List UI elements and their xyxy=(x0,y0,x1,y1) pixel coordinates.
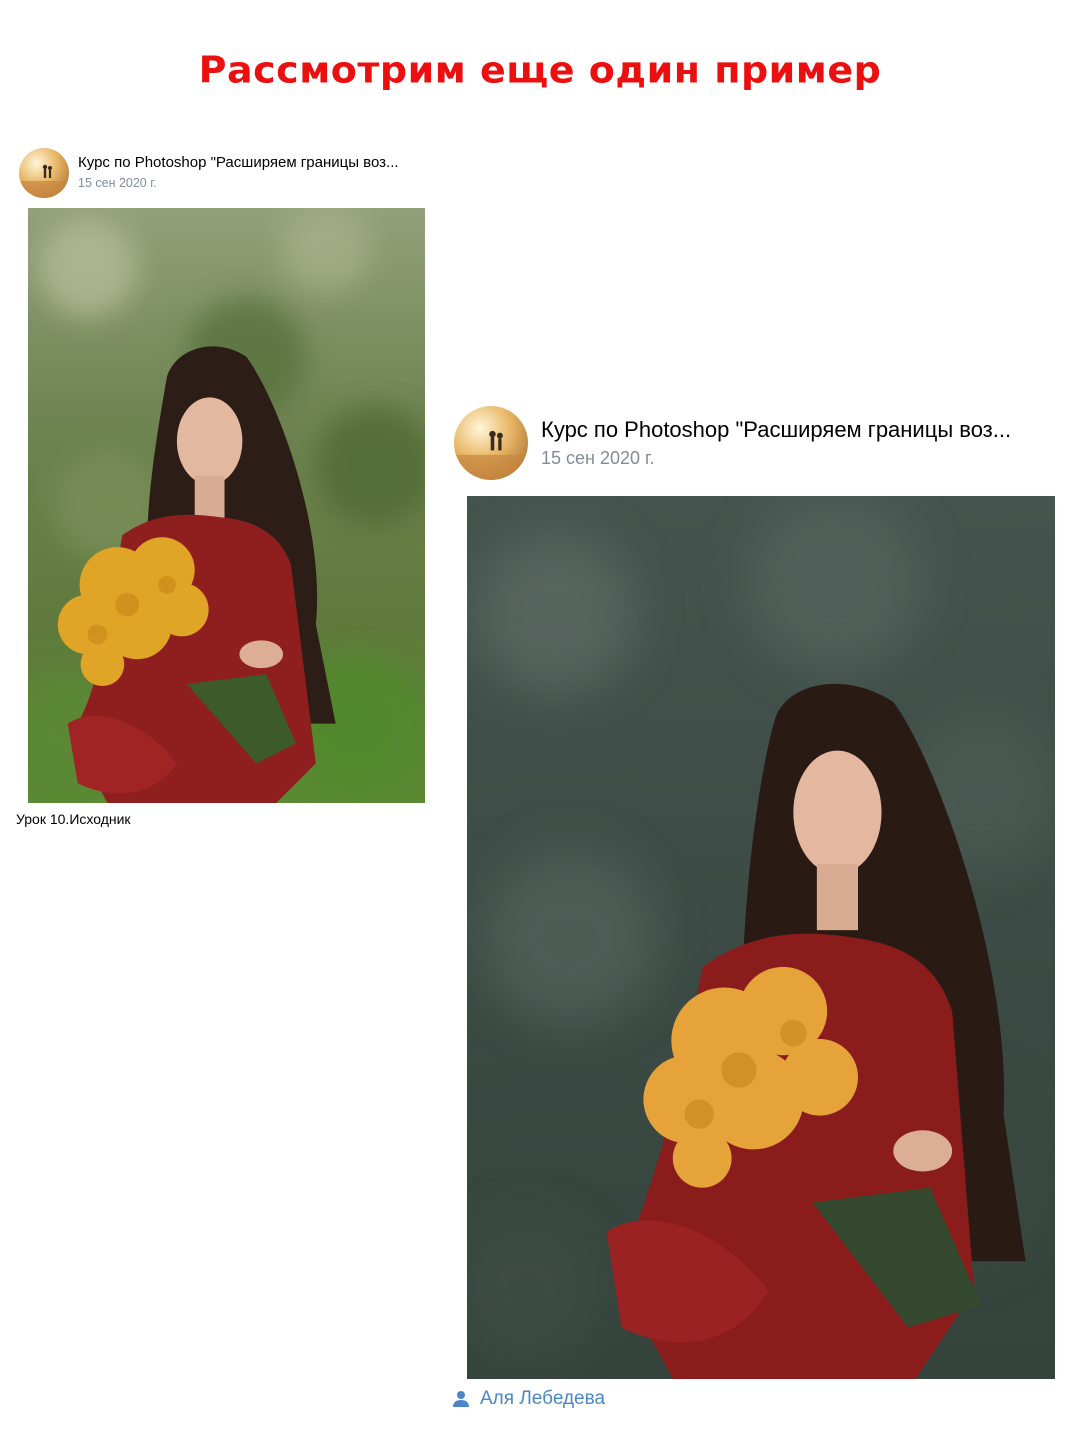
post2-title[interactable]: Курс по Photoshop "Расширяем границы воз… xyxy=(541,417,1011,443)
post2-avatar[interactable] xyxy=(454,406,528,480)
post1-caption: Урок 10.Исходник xyxy=(16,811,131,827)
post2-date[interactable]: 15 сен 2020 г. xyxy=(541,448,654,469)
page-headline: Рассмотрим еще один пример xyxy=(198,49,882,91)
community-avatar-icon xyxy=(19,148,69,198)
author-name-link[interactable]: Аля Лебедева xyxy=(480,1388,605,1410)
community-avatar-icon xyxy=(454,406,528,480)
post1-date[interactable]: 15 сен 2020 г. xyxy=(78,176,157,190)
post1-photo-original[interactable] xyxy=(28,208,425,803)
post1-title[interactable]: Курс по Photoshop "Расширяем границы воз… xyxy=(78,154,399,171)
person-icon xyxy=(453,1391,469,1407)
post2-author[interactable]: Аля Лебедева xyxy=(452,1388,605,1410)
post1-avatar[interactable] xyxy=(19,148,69,198)
post2-photo-edited[interactable] xyxy=(467,496,1055,1379)
